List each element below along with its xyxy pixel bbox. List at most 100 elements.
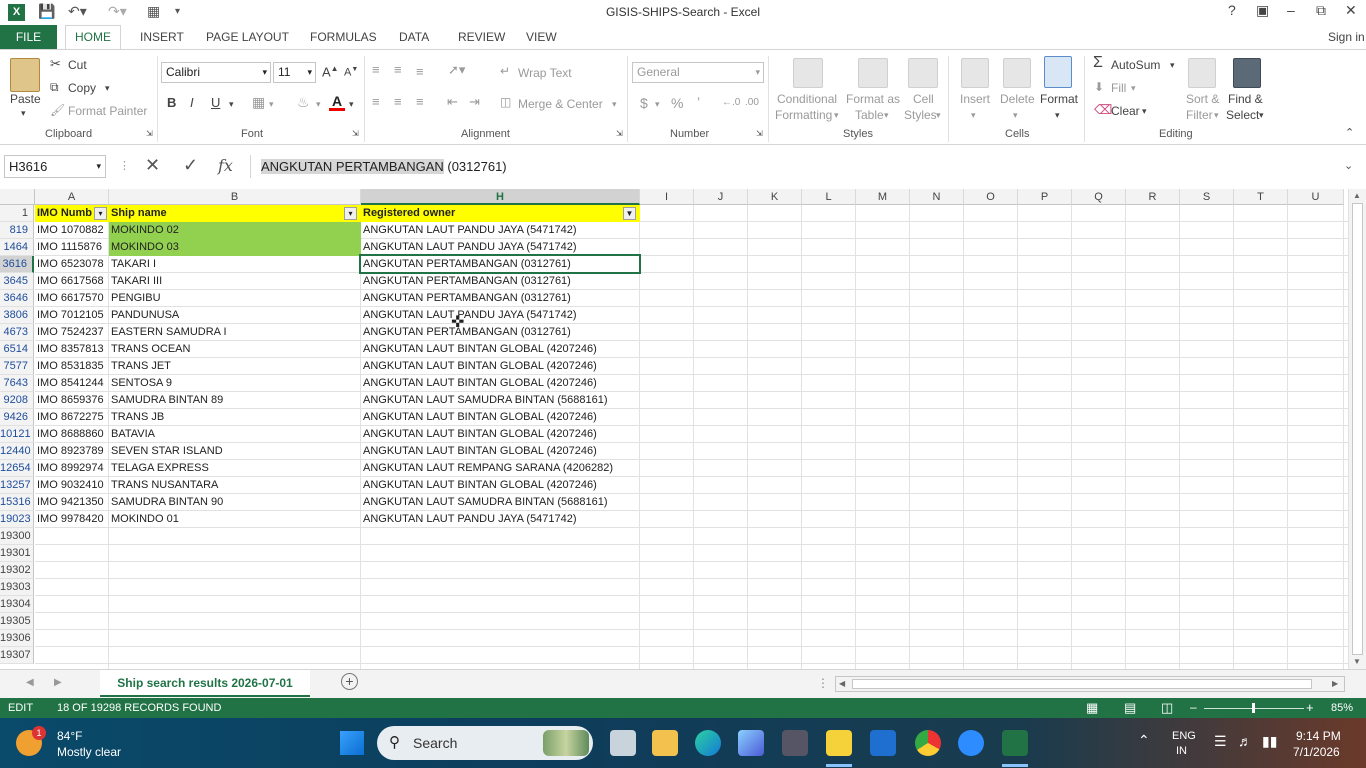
app-icon[interactable] <box>738 730 764 756</box>
orientation-icon[interactable]: ➚▾ <box>448 62 465 78</box>
tab-formulas[interactable]: FORMULAS <box>310 30 377 44</box>
format-cells-button[interactable]: Format <box>1040 92 1078 106</box>
empty-row[interactable] <box>35 545 1350 562</box>
cell-registered-owner[interactable]: ANGKUTAN LAUT PANDU JAYA (5471742) <box>361 307 640 324</box>
cell-ship-name[interactable]: TRANS NUSANTARA <box>109 477 361 494</box>
cell-styles-icon[interactable] <box>908 58 938 88</box>
confirm-entry-icon[interactable]: ✓ <box>183 155 198 176</box>
format-as-table-label-2[interactable]: Table <box>855 108 884 122</box>
column-header-m[interactable]: M <box>856 189 910 205</box>
cell-registered-owner[interactable]: ANGKUTAN LAUT BINTAN GLOBAL (4207246) <box>361 358 640 375</box>
column-header-l[interactable]: L <box>802 189 856 205</box>
edge-icon[interactable] <box>695 730 721 756</box>
insert-function-button[interactable]: fx <box>218 156 233 175</box>
show-hidden-icons-icon[interactable]: ⌃ <box>1138 732 1150 749</box>
cell-ship-name[interactable]: SAMUDRA BINTAN 89 <box>109 392 361 409</box>
filter-dropdown-icon[interactable]: ▾ <box>94 207 107 220</box>
cancel-entry-icon[interactable]: ✕ <box>145 155 160 176</box>
clipboard-launcher-icon[interactable]: ⇲ <box>146 129 153 138</box>
row-header[interactable]: 19301 <box>0 545 34 562</box>
comma-button[interactable]: ’ <box>697 94 700 110</box>
fill-dropdown-icon[interactable]: ▾ <box>1131 83 1136 94</box>
cell-registered-owner[interactable]: ANGKUTAN PERTAMBANGAN (0312761) <box>361 324 640 341</box>
format-cells-icon[interactable] <box>1044 56 1072 88</box>
cell-imo-number[interactable]: IMO 1115876 <box>35 239 109 256</box>
cell-ship-name[interactable]: PANDUNUSA <box>109 307 361 324</box>
row-header[interactable]: 3616 <box>0 256 34 273</box>
column-header-q[interactable]: Q <box>1072 189 1126 205</box>
tab-split-handle[interactable]: ⋮ <box>817 676 829 690</box>
sheet-tab-active[interactable]: Ship search results 2026-07-01 <box>100 670 310 697</box>
row-header[interactable]: 7643 <box>0 375 34 392</box>
row-header[interactable]: 15316 <box>0 494 34 511</box>
cell-registered-owner[interactable]: ANGKUTAN LAUT BINTAN GLOBAL (4207246) <box>361 409 640 426</box>
percent-button[interactable]: % <box>671 95 683 111</box>
insert-cells-icon[interactable] <box>961 58 989 88</box>
cell-ship-name[interactable]: MOKINDO 02 <box>109 222 361 239</box>
cell-imo-number[interactable]: IMO 8357813 <box>35 341 109 358</box>
taskbar-search[interactable]: ⚲ Search <box>377 726 593 760</box>
row-header[interactable]: 19023 <box>0 511 34 528</box>
row-header[interactable]: 19305 <box>0 613 34 630</box>
cell-ship-name[interactable]: TRANS JB <box>109 409 361 426</box>
column-header-r[interactable]: R <box>1126 189 1180 205</box>
wifi-icon[interactable]: ☰ <box>1214 733 1227 750</box>
cell-imo-number[interactable]: IMO 8672275 <box>35 409 109 426</box>
cell-ship-name[interactable]: EASTERN SAMUDRA I <box>109 324 361 341</box>
row-header[interactable]: 19302 <box>0 562 34 579</box>
cell-styles-button[interactable]: Cell <box>913 92 934 106</box>
row-header[interactable]: 3806 <box>0 307 34 324</box>
cell-imo-number[interactable]: IMO 8541244 <box>35 375 109 392</box>
row-header[interactable]: 19306 <box>0 630 34 647</box>
cell-registered-owner[interactable]: ANGKUTAN LAUT PANDU JAYA (5471742) <box>361 222 640 239</box>
currency-dropdown-icon[interactable]: ▾ <box>655 99 660 110</box>
format-painter-button[interactable]: Format Painter <box>68 104 147 118</box>
scroll-down-icon[interactable]: ▼ <box>1353 657 1361 666</box>
cell-registered-owner[interactable]: ANGKUTAN LAUT REMPANG SARANA (4206282) <box>361 460 640 477</box>
align-left-icon[interactable]: ≡ <box>372 94 380 109</box>
horizontal-scroll-thumb[interactable] <box>852 679 1312 689</box>
currency-button[interactable]: $ <box>640 95 648 111</box>
scroll-left-icon[interactable]: ◀ <box>839 679 845 688</box>
spreadsheet-grid[interactable]: ABHIJKLMNOPQRSTU 1 IMO Numb Ship name Regis… <box>0 189 1350 669</box>
format-as-table-button[interactable]: Format as <box>846 92 900 106</box>
column-header-i[interactable]: I <box>640 189 694 205</box>
cell-registered-owner[interactable]: ANGKUTAN LAUT SAMUDRA BINTAN (5688161) <box>361 494 640 511</box>
cell-ship-name[interactable]: TRANS JET <box>109 358 361 375</box>
zoom-in-icon[interactable]: + <box>1306 700 1314 715</box>
autosum-dropdown-icon[interactable]: ▾ <box>1170 60 1175 71</box>
task-view-icon[interactable] <box>610 730 636 756</box>
cell-ship-name[interactable]: SEVEN STAR ISLAND <box>109 443 361 460</box>
sort-filter-label-2[interactable]: Filter <box>1186 108 1213 122</box>
merge-center-icon[interactable]: ◫ <box>500 95 511 109</box>
cell-imo-number[interactable]: IMO 8923789 <box>35 443 109 460</box>
row-header[interactable]: 9208 <box>0 392 34 409</box>
column-header-a[interactable]: A <box>35 189 109 205</box>
normal-view-icon[interactable]: ▦ <box>1086 700 1098 716</box>
zoom-slider-thumb[interactable] <box>1252 703 1255 713</box>
file-explorer-icon[interactable] <box>652 730 678 756</box>
battery-icon[interactable]: ▮▮ <box>1262 733 1277 750</box>
cell-registered-owner[interactable]: ANGKUTAN LAUT SAMUDRA BINTAN (5688161) <box>361 392 640 409</box>
fill-icon[interactable]: ⬇ <box>1094 80 1104 94</box>
horizontal-scrollbar[interactable]: ◀ ▶ <box>835 676 1345 692</box>
weather-temp[interactable]: 84°F <box>57 729 82 743</box>
column-header-h[interactable]: H <box>361 189 640 205</box>
tab-home[interactable]: HOME <box>65 25 121 50</box>
cell-registered-owner[interactable]: ANGKUTAN PERTAMBANGAN (0312761) <box>361 273 640 290</box>
sort-filter-button[interactable]: Sort & <box>1186 92 1219 106</box>
cell-imo-number[interactable]: IMO 8992974 <box>35 460 109 477</box>
copy-button[interactable]: Copy <box>68 81 96 95</box>
cell-ship-name[interactable]: SAMUDRA BINTAN 90 <box>109 494 361 511</box>
row-header[interactable]: 10121 <box>0 426 34 443</box>
row-header[interactable]: 19300 <box>0 528 34 545</box>
cell-ship-name[interactable]: BATAVIA <box>109 426 361 443</box>
format-as-table-icon[interactable] <box>858 58 888 88</box>
fill-color-icon[interactable]: ♨ <box>297 94 310 111</box>
empty-row[interactable] <box>35 579 1350 596</box>
collapse-ribbon-icon[interactable]: ⌃ <box>1345 126 1354 139</box>
clear-dropdown-icon[interactable]: ▾ <box>1142 106 1147 117</box>
column-header-o[interactable]: O <box>964 189 1018 205</box>
find-select-label-2[interactable]: Select <box>1226 108 1259 122</box>
conditional-formatting-button[interactable]: Conditional <box>777 92 837 106</box>
